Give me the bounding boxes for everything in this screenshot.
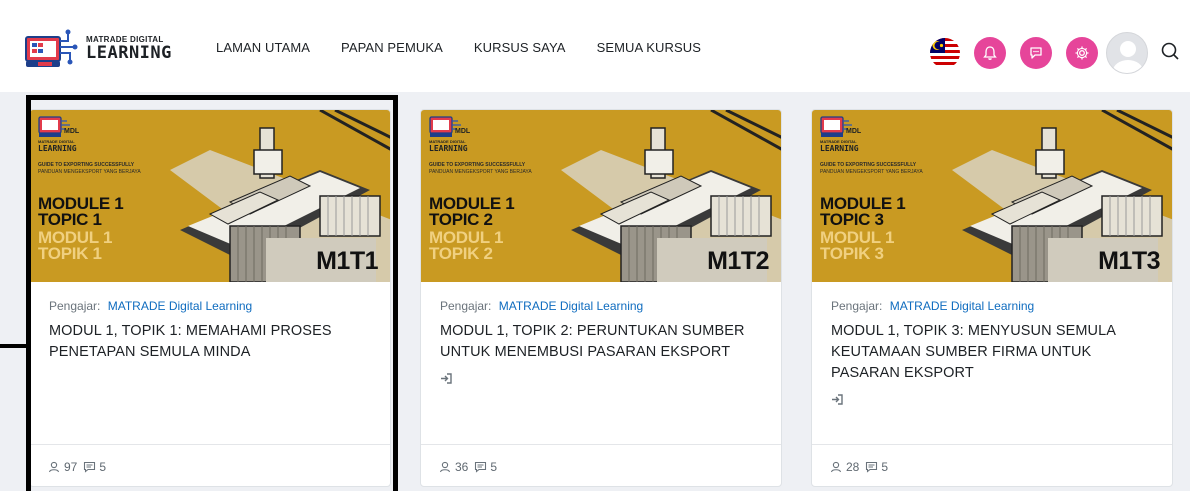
course-title[interactable]: MODUL 1, TOPIK 3: MENYUSUN SEMULA KEUTAM… xyxy=(831,321,1156,384)
forum-icon xyxy=(475,461,487,473)
thumb-topic-line: TOPIC 2 xyxy=(429,210,493,229)
gear-icon xyxy=(1075,46,1089,60)
top-navbar: MATRADE DIGITAL LEARNING LAMAN UTAMA PAP… xyxy=(0,0,1190,92)
teacher-label: Pengajar: xyxy=(440,299,492,313)
forums-stat: 5 xyxy=(865,460,888,474)
user-avatar[interactable] xyxy=(1106,32,1148,74)
users-icon xyxy=(830,461,842,472)
thumb-module-text: MODULE 1 TOPIC 3 xyxy=(820,195,906,229)
thumb-guide: GUIDE TO EXPORTING SUCCESSFULLY PANDUAN … xyxy=(429,162,532,175)
logo-big-text: LEARNING xyxy=(86,43,172,63)
selection-marker xyxy=(0,344,26,348)
nav-kursus-saya[interactable]: KURSUS SAYA xyxy=(474,40,566,55)
search-icon[interactable] xyxy=(1160,41,1180,66)
teacher-label: Pengajar: xyxy=(831,299,883,313)
participants-stat: 36 xyxy=(439,460,468,474)
bell-icon xyxy=(983,46,997,60)
forums-count: 5 xyxy=(881,459,889,474)
thumb-guide: GUIDE TO EXPORTING SUCCESSFULLY PANDUAN … xyxy=(820,162,923,175)
thumb-guide-en: GUIDE TO EXPORTING SUCCESSFULLY xyxy=(820,162,917,168)
thumb-topik-line: TOPIK 3 xyxy=(820,244,884,263)
course-image[interactable]: MDL MATRADE DIGITAL LEARNING GUIDE TO EX… xyxy=(812,110,1172,282)
thumb-guide-en: GUIDE TO EXPORTING SUCCESSFULLY xyxy=(429,162,526,168)
forum-icon xyxy=(866,461,878,473)
thumb-guide-ms: PANDUAN MENGEKSPORT YANG BERJAYA xyxy=(820,168,923,175)
logo-icon xyxy=(24,27,80,71)
settings-button[interactable] xyxy=(1066,37,1098,69)
malaysia-flag-icon[interactable] xyxy=(930,38,960,68)
teacher-link[interactable]: MATRADE Digital Learning xyxy=(890,299,1035,313)
course-teacher: Pengajar: MATRADE Digital Learning xyxy=(831,299,1156,313)
course-title[interactable]: MODUL 1, TOPIK 2: PERUNTUKAN SUMBER UNTU… xyxy=(440,321,765,363)
site-logo[interactable]: MATRADE DIGITAL LEARNING xyxy=(24,27,172,71)
thumb-brand: MDL xyxy=(846,128,862,135)
forums-stat: 5 xyxy=(474,460,497,474)
thumb-brand: MDL xyxy=(455,128,471,135)
notification-button[interactable] xyxy=(974,37,1006,69)
thumb-code: M1T2 xyxy=(707,247,769,275)
thumb-modul-text: MODUL 1 TOPIK 2 xyxy=(429,229,503,263)
forums-count: 5 xyxy=(490,459,498,474)
messages-button[interactable] xyxy=(1020,37,1052,69)
primary-nav: LAMAN UTAMA PAPAN PEMUKA KURSUS SAYA SEM… xyxy=(216,40,701,55)
thumb-code: M1T3 xyxy=(1098,247,1160,275)
participants-count: 36 xyxy=(455,459,469,474)
participants-stat: 28 xyxy=(830,460,859,474)
selection-highlight xyxy=(26,95,398,491)
card-footer: 28 5 xyxy=(812,444,1172,486)
users-icon xyxy=(439,461,451,472)
participants-count: 28 xyxy=(846,459,860,474)
thumb-topik-line: TOPIK 2 xyxy=(429,244,493,263)
nav-papan-pemuka[interactable]: PAPAN PEMUKA xyxy=(341,40,443,55)
thumb-brand-big: LEARNING xyxy=(820,144,859,153)
enrol-icon xyxy=(440,373,765,387)
enrol-icon xyxy=(831,394,1156,408)
course-card-3[interactable]: MDL MATRADE DIGITAL LEARNING GUIDE TO EX… xyxy=(811,109,1173,487)
nav-semua-kursus[interactable]: SEMUA KURSUS xyxy=(597,40,702,55)
teacher-link[interactable]: MATRADE Digital Learning xyxy=(499,299,644,313)
nav-laman-utama[interactable]: LAMAN UTAMA xyxy=(216,40,310,55)
card-footer: 36 5 xyxy=(421,444,781,486)
thumb-modul-text: MODUL 1 TOPIK 3 xyxy=(820,229,894,263)
thumb-module-text: MODULE 1 TOPIC 2 xyxy=(429,195,515,229)
course-card-2[interactable]: MDL MATRADE DIGITAL LEARNING GUIDE TO EX… xyxy=(420,109,782,487)
chat-icon xyxy=(1030,47,1042,59)
thumb-brand-big: LEARNING xyxy=(429,144,468,153)
course-image[interactable]: MDL MATRADE DIGITAL LEARNING GUIDE TO EX… xyxy=(421,110,781,282)
course-teacher: Pengajar: MATRADE Digital Learning xyxy=(440,299,765,313)
thumb-guide-ms: PANDUAN MENGEKSPORT YANG BERJAYA xyxy=(429,168,532,175)
thumb-topic-line: TOPIC 3 xyxy=(820,210,884,229)
